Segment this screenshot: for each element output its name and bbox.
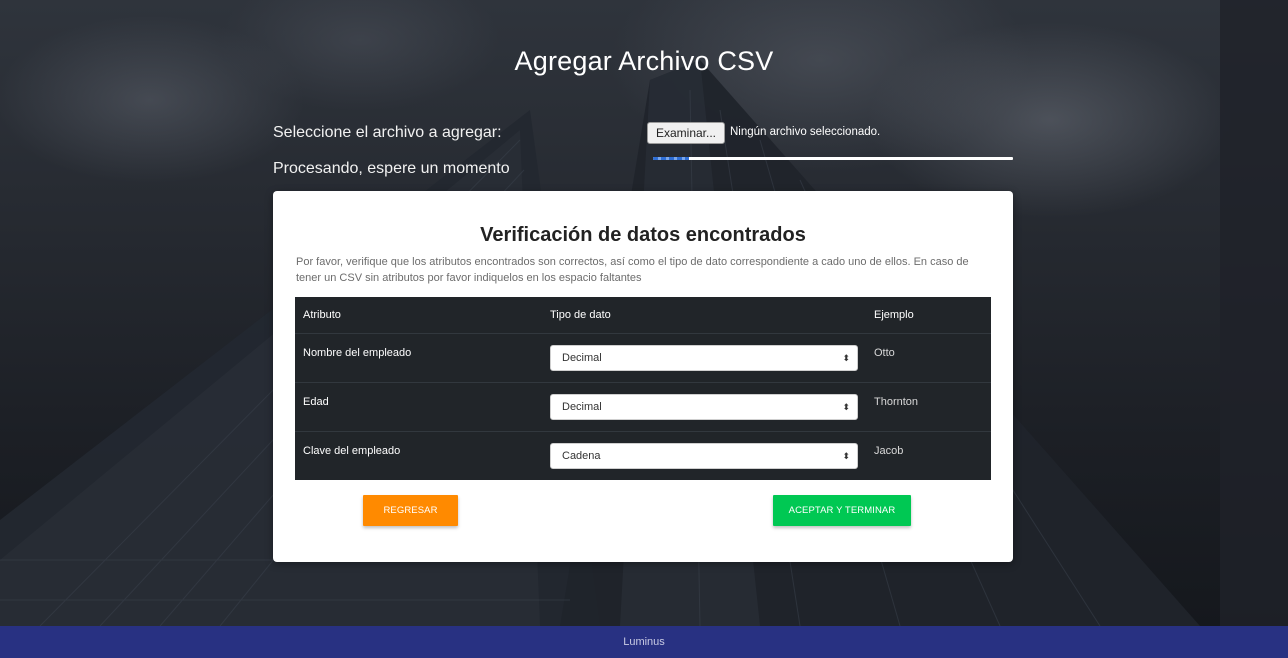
- processing-label: Procesando, espere un momento: [273, 160, 510, 177]
- type-select-value: Decimal: [562, 401, 602, 413]
- row-example: Jacob: [874, 445, 904, 457]
- table-row: Clave del empleado Cadena ⬍ Jacob: [295, 432, 991, 481]
- header-type: Tipo de dato: [550, 309, 611, 321]
- table-row: Edad Decimal ⬍ Thornton: [295, 383, 991, 432]
- type-select[interactable]: Decimal ⬍: [550, 345, 858, 371]
- back-button[interactable]: REGRESAR: [363, 495, 458, 526]
- header-attribute: Atributo: [303, 309, 341, 321]
- type-select[interactable]: Cadena ⬍: [550, 443, 858, 469]
- card-description: Por favor, verifique que los atributos e…: [296, 256, 969, 284]
- row-attribute: Nombre del empleado: [303, 347, 412, 359]
- footer-text: Luminus: [623, 636, 665, 648]
- type-select[interactable]: Decimal ⬍: [550, 394, 858, 420]
- footer: Luminus: [0, 626, 1288, 658]
- attributes-table: Atributo Tipo de dato Ejemplo Nombre del…: [295, 297, 991, 480]
- row-example: Thornton: [874, 396, 919, 408]
- table-row: Nombre del empleado Decimal ⬍ Otto: [295, 334, 991, 383]
- browse-file-button[interactable]: Examinar...: [647, 122, 725, 144]
- type-select-value: Cadena: [562, 450, 601, 462]
- select-file-label: Seleccione el archivo a agregar:: [273, 124, 502, 141]
- type-select-value: Decimal: [562, 352, 602, 364]
- page-title: Agregar Archivo CSV: [514, 46, 774, 76]
- card-title: Verificación de datos encontrados: [480, 224, 806, 246]
- verification-card: Verificación de datos encontrados Por fa…: [273, 191, 1013, 562]
- select-caret-icon: ⬍: [842, 402, 850, 412]
- select-caret-icon: ⬍: [842, 353, 850, 363]
- header-example: Ejemplo: [874, 309, 914, 321]
- row-attribute: Clave del empleado: [303, 445, 401, 457]
- progress-fill: [653, 157, 689, 160]
- select-caret-icon: ⬍: [842, 451, 850, 461]
- accept-finish-button[interactable]: ACEPTAR Y TERMINAR: [773, 495, 911, 526]
- row-attribute: Edad: [303, 396, 329, 408]
- table-header: Atributo Tipo de dato Ejemplo: [295, 297, 991, 334]
- progress-bar: [653, 157, 1013, 160]
- row-example: Otto: [874, 347, 895, 359]
- file-status-text: Ningún archivo seleccionado.: [730, 126, 881, 138]
